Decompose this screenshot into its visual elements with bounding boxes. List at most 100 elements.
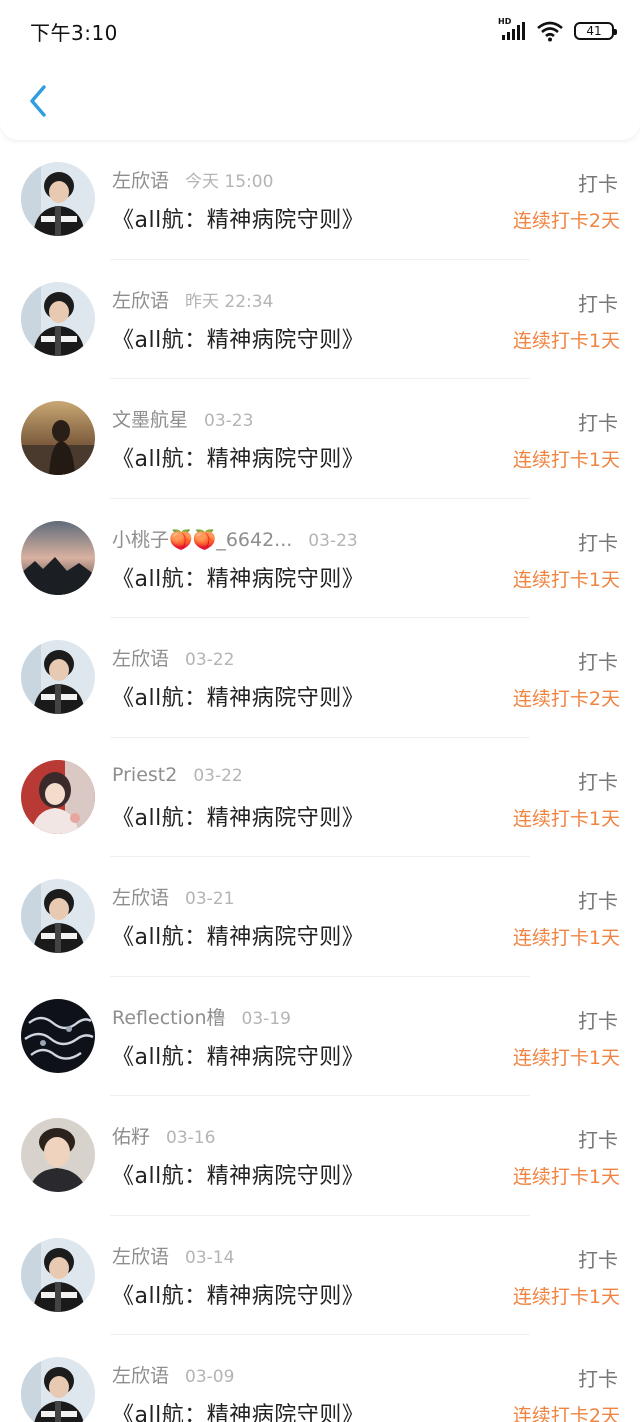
checkin-label: 打卡 [578,1128,618,1152]
username[interactable]: 小桃子🍑🍑_6642... [112,525,292,552]
username[interactable]: 左欣语 [112,166,169,193]
book-title[interactable]: 《all航：精神病院守则》 [112,680,364,712]
book-title[interactable]: 《all航：精神病院守则》 [112,322,364,354]
username[interactable]: Reflection橹 [112,1003,226,1030]
battery-icon: 41 [574,22,617,40]
checkin-label: 打卡 [578,1367,618,1391]
book-title[interactable]: 《all航：精神病院守则》 [112,1397,364,1422]
streak-label: 连续打卡1天 [512,329,620,352]
avatar[interactable] [21,1118,95,1192]
list-item[interactable]: Reflection橹 03-19 《all航：精神病院守则》 打卡连续打卡1天 [0,977,640,1096]
avatar[interactable] [21,879,95,953]
book-title[interactable]: 《all航：精神病院守则》 [112,919,364,951]
username[interactable]: 文墨航星 [112,405,188,432]
timestamp: 03-22 [193,765,243,786]
username[interactable]: 左欣语 [112,286,169,313]
timestamp: 03-22 [185,650,235,670]
streak-label: 连续打卡1天 [512,568,620,591]
entry-meta: 左欣语 03-22 [112,644,234,671]
wifi-icon [537,21,563,42]
entry-meta: 小桃子🍑🍑_6642... 03-23 [112,525,358,552]
avatar[interactable] [21,401,95,475]
entry-meta: 左欣语 03-14 [112,1242,234,1269]
timestamp: 03-14 [185,1247,235,1268]
entry-meta: Priest2 03-22 [112,764,243,786]
streak-label: 连续打卡1天 [512,1166,620,1188]
avatar[interactable] [21,1237,95,1312]
streak-label: 连续打卡1天 [512,1285,620,1308]
book-title[interactable]: 《all航：精神病院守则》 [112,800,364,832]
status-time: 下午3:10 [30,20,118,45]
book-title[interactable]: 《all航：精神病院守则》 [112,441,364,473]
checkin-label: 打卡 [578,769,618,794]
list-item[interactable]: 文墨航星 03-23 《all航：精神病院守则》 打卡连续打卡1天 [0,379,640,499]
book-title[interactable]: 《all航：精神病院守则》 [112,202,364,234]
streak-label: 连续打卡1天 [512,1046,620,1069]
entry-meta: 左欣语 03-21 [112,883,234,910]
streak-label: 连续打卡2天 [512,1405,620,1422]
streak-label: 连续打卡1天 [512,807,620,830]
status-bar: 下午3:10 HD 41 [0,0,640,62]
username[interactable]: 左欣语 [112,883,169,910]
checkin-label: 打卡 [578,1008,618,1033]
streak-label: 连续打卡1天 [512,927,620,949]
avatar[interactable] [21,1357,95,1422]
list-item[interactable]: 左欣语 昨天 22:34 《all航：精神病院守则》 打卡连续打卡1天 [0,260,640,379]
battery-level: 41 [586,24,602,38]
book-title[interactable]: 《all航：精神病院守则》 [112,1158,364,1190]
timestamp: 03-19 [241,1008,291,1029]
list-item[interactable]: 左欣语 03-22 《all航：精神病院守则》 打卡连续打卡2天 [0,618,640,738]
list-item[interactable]: 佑籽 03-16 《all航：精神病院守则》 打卡连续打卡1天 [0,1096,640,1216]
list-item[interactable]: 小桃子🍑🍑_6642... 03-23 《all航：精神病院守则》 打卡连续打卡1天 [0,499,640,618]
entry-meta: Reflection橹 03-19 [112,1003,291,1030]
checkin-list: 左欣语 今天 15:00 《all航：精神病院守则》 打卡 连续打卡2天 左欣语 昨天 22… [0,140,640,1422]
checkin-label: 打卡 [578,172,618,196]
book-title[interactable]: 《all航：精神病院守则》 [112,561,364,593]
avatar[interactable] [21,281,95,356]
avatar[interactable] [21,998,95,1073]
status-icons: HD 41 [498,17,617,42]
avatar[interactable] [21,640,95,714]
checkin-label: 打卡 [578,1247,618,1272]
timestamp: 昨天 22:34 [185,291,274,312]
checkin-label: 打卡 [578,889,618,913]
checkin-label: 打卡 [578,650,618,674]
list-item[interactable]: 左欣语 03-14 《all航：精神病院守则》 打卡连续打卡1天 [0,1216,640,1335]
avatar[interactable] [21,759,95,834]
book-title[interactable]: 《all航：精神病院守则》 [112,1278,364,1310]
back-button[interactable] [20,79,56,123]
timestamp: 03-16 [166,1128,216,1148]
entry-meta: 左欣语 03-09 [112,1361,234,1388]
avatar[interactable] [21,520,95,595]
timestamp: 今天 15:00 [185,172,274,192]
checkin-label: 打卡 [578,291,618,316]
list-item[interactable]: 左欣语 今天 15:00 《all航：精神病院守则》 打卡连续打卡2天 [0,140,640,260]
hd-label: HD [498,17,512,26]
entry-meta: 文墨航星 03-23 [112,405,253,432]
username[interactable]: 左欣语 [112,644,169,671]
nav-bar [0,62,640,140]
timestamp: 03-23 [308,530,358,551]
list-item[interactable]: 左欣语 03-09 《all航：精神病院守则》 打卡连续打卡2天 [0,1335,640,1422]
list-item[interactable]: Priest2 03-22 《all航：精神病院守则》 打卡连续打卡1天 [0,738,640,857]
entry-meta: 左欣语 昨天 22:34 [112,286,273,313]
avatar[interactable] [21,162,95,236]
username[interactable]: Priest2 [112,764,177,786]
streak-label: 连续打卡2天 [512,210,620,232]
username[interactable]: 左欣语 [112,1242,169,1269]
checkin-label: 打卡 [578,530,618,555]
entry-meta: 佑籽 03-16 [112,1122,215,1149]
book-title[interactable]: 《all航：精神病院守则》 [112,1039,364,1071]
chevron-left-icon [30,85,46,117]
streak-label: 连续打卡2天 [512,688,620,710]
streak-label: 连续打卡1天 [512,449,620,471]
list-item[interactable]: 左欣语 03-21 《all航：精神病院守则》 打卡连续打卡1天 [0,857,640,977]
checkin-label: 打卡 [578,411,618,435]
username[interactable]: 佑籽 [112,1122,150,1149]
timestamp: 03-09 [185,1367,235,1387]
username[interactable]: 左欣语 [112,1361,169,1388]
entry-meta: 左欣语 今天 15:00 [112,166,273,193]
signal-icon: HD [498,17,526,41]
timestamp: 03-21 [185,889,235,909]
timestamp: 03-23 [204,411,254,431]
